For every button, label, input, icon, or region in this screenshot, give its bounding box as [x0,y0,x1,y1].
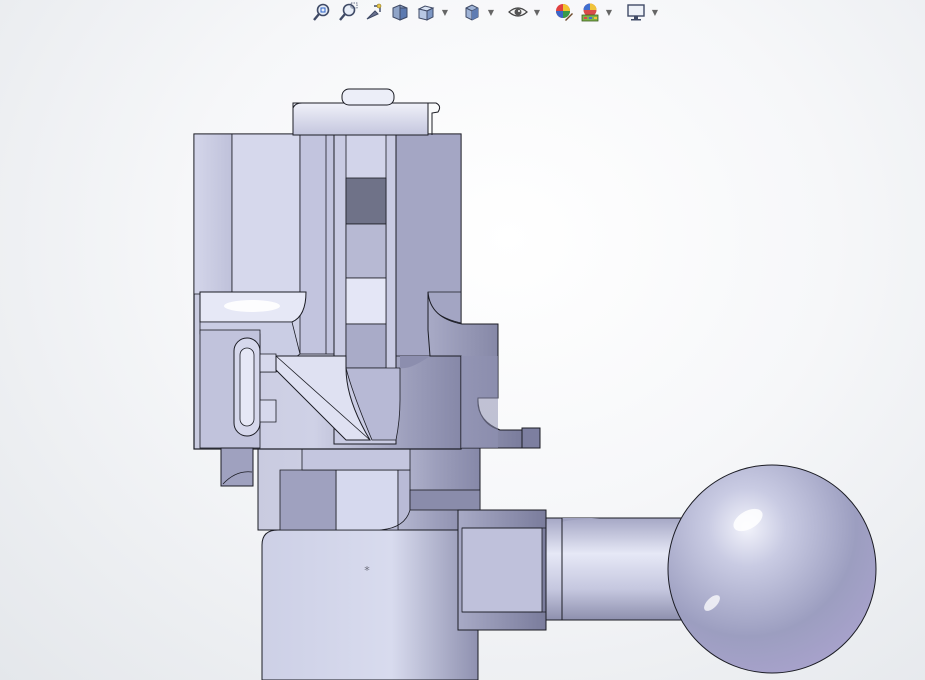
lever-arm [457,464,877,674]
model-viewport[interactable]: * [0,0,925,680]
upper-housing [193,88,541,487]
origin-marker: * [364,564,370,577]
